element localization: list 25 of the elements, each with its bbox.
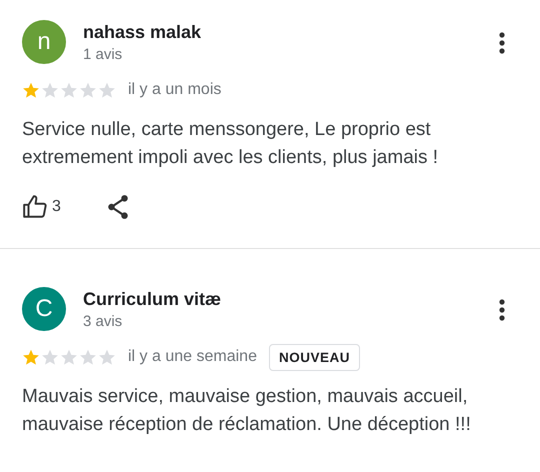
thumbs-up-icon (22, 194, 48, 220)
like-button[interactable]: 3 (22, 194, 61, 220)
more-options-icon[interactable] (499, 32, 505, 54)
reviewer-name[interactable]: nahass malak (83, 22, 499, 43)
star-icon (79, 348, 97, 366)
star-icon (98, 348, 116, 366)
review-date: il y a un mois (128, 81, 222, 99)
new-badge: NOUVEAU (268, 344, 360, 370)
star-icon (79, 82, 97, 98)
star-icon (22, 82, 40, 98)
review-date: il y a une semaine (128, 348, 257, 366)
star-icon (41, 82, 59, 98)
review-text: Service nulle, carte menssongere, Le proprio est extremement impoli avec les clients, plus jamais ! (22, 118, 440, 170)
star-icon (60, 82, 78, 98)
star-icon (41, 348, 59, 366)
review-text: Mauvais service, mauvaise gestion, mauvais accueil, mauvaise réception de réclamation. Une déception !!! (22, 385, 472, 437)
avatar: n (22, 20, 66, 64)
review-count: 1 avis (83, 46, 124, 63)
star-icon (98, 82, 116, 98)
review-count: 3 avis (83, 313, 124, 330)
avatar: C (22, 287, 66, 331)
more-options-icon[interactable] (499, 299, 505, 321)
reviewer-name[interactable]: Curriculum vitæ (83, 289, 499, 310)
star-icon (22, 348, 40, 366)
star-icon (60, 348, 78, 366)
